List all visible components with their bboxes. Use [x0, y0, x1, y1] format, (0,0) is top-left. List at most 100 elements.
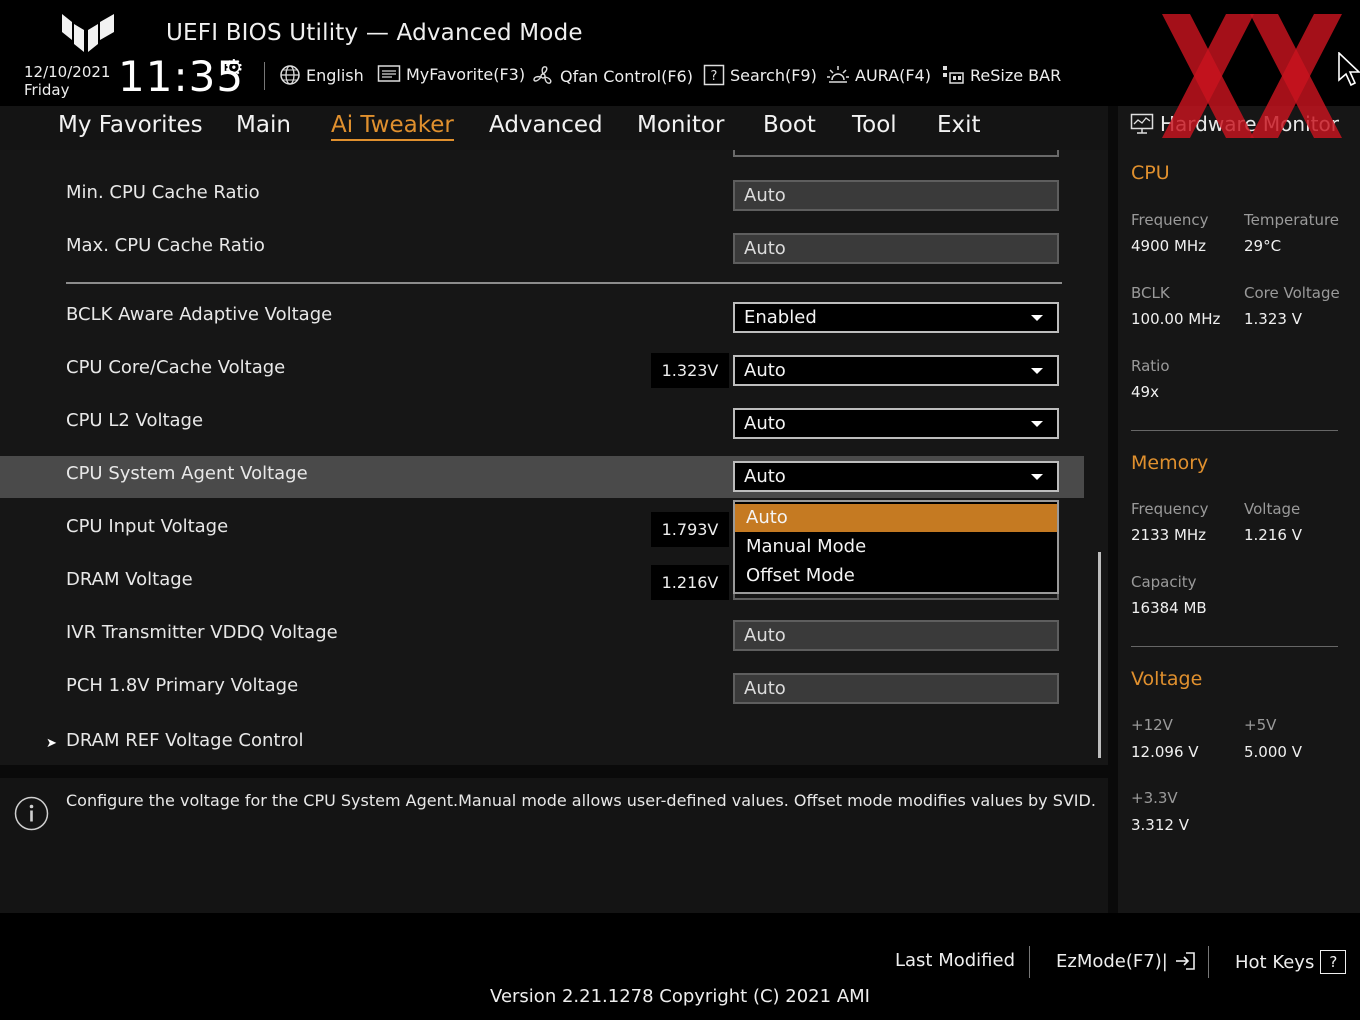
setting-label-cpu-system-agent-voltage: CPU System Agent Voltage: [66, 463, 308, 484]
hw-cpu-core-voltage-label: Core Voltage: [1244, 284, 1340, 302]
search-button[interactable]: ? Search(F9): [703, 64, 817, 86]
tab-exit[interactable]: Exit: [937, 112, 981, 138]
aura-button[interactable]: AURA(F4): [826, 64, 931, 86]
ivr-transmitter-vddq-voltage-input[interactable]: Auto: [733, 620, 1059, 651]
date-display: 12/10/2021 Friday: [24, 63, 110, 99]
dropdown-option-offset-mode[interactable]: Offset Mode: [735, 562, 1057, 590]
tab-boot[interactable]: Boot: [763, 112, 816, 138]
tab-advanced[interactable]: Advanced: [489, 112, 603, 138]
tab-tool[interactable]: Tool: [852, 112, 897, 138]
cpu-l2-voltage-value: Auto: [744, 413, 786, 434]
footer-divider: [1029, 946, 1030, 978]
language-button[interactable]: English: [279, 64, 364, 86]
caret-down-icon: [1031, 421, 1043, 427]
caret-down-icon: [1031, 474, 1043, 480]
dram-voltage-reading: 1.216V: [651, 565, 729, 600]
exit-arrow-icon: [1175, 952, 1195, 970]
mouse-cursor-icon: [1338, 52, 1360, 87]
hw-cpu-heading: CPU: [1131, 162, 1170, 184]
settings-scrollbar[interactable]: [1098, 552, 1101, 758]
submenu-dram-ref-voltage-control[interactable]: DRAM REF Voltage Control: [66, 730, 303, 751]
hw-memory-capacity-value: 16384 MB: [1131, 599, 1207, 617]
last-modified-button[interactable]: Last Modified: [895, 950, 1015, 971]
info-icon: [14, 796, 49, 831]
bclk-aware-adaptive-voltage-select[interactable]: Enabled: [733, 302, 1059, 333]
hw-cpu-temperature-label: Temperature: [1244, 211, 1340, 229]
setting-label-cpu-l2-voltage: CPU L2 Voltage: [66, 410, 204, 431]
hw-3-3v-value: 3.312 V: [1131, 816, 1189, 834]
favorite-list-icon: [377, 65, 401, 82]
cpu-core-cache-voltage-select[interactable]: Auto: [733, 355, 1059, 386]
hw-memory-heading: Memory: [1131, 452, 1209, 474]
search-label: Search(F9): [730, 65, 817, 85]
setting-label-dram-voltage: DRAM Voltage: [66, 569, 193, 590]
tab-monitor[interactable]: Monitor: [637, 112, 724, 138]
myfavorite-button[interactable]: MyFavorite(F3): [377, 64, 525, 84]
setting-label-cpu-core-cache-voltage: CPU Core/Cache Voltage: [66, 357, 286, 378]
resize-bar-icon: [943, 66, 964, 84]
hw-divider: [1131, 646, 1338, 647]
setting-label-max-cpu-cache-ratio: Max. CPU Cache Ratio: [66, 235, 265, 256]
hw-12v-value: 12.096 V: [1131, 743, 1199, 761]
dropdown-option-manual-mode[interactable]: Manual Mode: [735, 533, 1057, 561]
max-cpu-cache-ratio-input[interactable]: Auto: [733, 233, 1059, 264]
hw-cpu-ratio-label: Ratio: [1131, 357, 1170, 375]
hw-cpu-temperature-value: 29°C: [1244, 237, 1282, 255]
submenu-arrow-icon: ➤: [46, 736, 57, 751]
setting-label-pch-1-8v-primary-voltage: PCH 1.8V Primary Voltage: [66, 675, 299, 696]
hw-cpu-bclk-value: 100.00 MHz: [1131, 310, 1221, 328]
last-modified-label: Last Modified: [895, 950, 1016, 971]
hw-memory-voltage-value: 1.216 V: [1244, 526, 1302, 544]
tab-my-favorites[interactable]: My Favorites: [58, 112, 203, 138]
setting-label-cpu-input-voltage: CPU Input Voltage: [66, 516, 229, 537]
version-text: Version 2.21.1278 Copyright (C) 2021 AMI: [490, 986, 870, 1007]
search-help-icon: ?: [703, 64, 725, 86]
clock-settings-gear-icon[interactable]: ⚙: [224, 56, 244, 81]
monitor-icon: [1130, 113, 1154, 134]
cpu-system-agent-voltage-value: Auto: [744, 466, 786, 487]
qfan-control-button[interactable]: Qfan Control(F6): [531, 64, 693, 88]
tab-main[interactable]: Main: [236, 112, 291, 138]
svg-text:?: ?: [711, 69, 718, 84]
cpu-core-cache-voltage-reading: 1.323V: [651, 353, 729, 388]
footer-divider: [1208, 946, 1209, 978]
globe-icon: [280, 65, 300, 85]
resize-bar-label: ReSize BAR: [970, 65, 1062, 85]
hw-voltage-heading: Voltage: [1131, 668, 1203, 690]
cpu-input-voltage-reading: 1.793V: [651, 512, 729, 547]
hw-5v-value: 5.000 V: [1244, 743, 1302, 761]
caret-down-icon: [1031, 368, 1043, 374]
setting-label-bclk-aware-adaptive-voltage: BCLK Aware Adaptive Voltage: [66, 304, 333, 325]
hw-memory-voltage-label: Voltage: [1244, 500, 1301, 518]
hw-cpu-core-voltage-value: 1.323 V: [1244, 310, 1302, 328]
cpu-core-cache-voltage-value: Auto: [744, 360, 786, 381]
dropdown-menu: Auto Manual Mode Offset Mode: [733, 500, 1059, 594]
dropdown-option-auto[interactable]: Auto: [735, 504, 1057, 532]
cpu-l2-voltage-select[interactable]: Auto: [733, 408, 1059, 439]
cpu-system-agent-voltage-select[interactable]: Auto: [733, 461, 1059, 492]
ezmode-label: EzMode(F7)|: [1056, 950, 1168, 972]
pch-1-8v-primary-voltage-input[interactable]: Auto: [733, 673, 1059, 704]
myfavorite-label: MyFavorite(F3): [406, 64, 526, 84]
hw-memory-frequency-label: Frequency: [1131, 500, 1209, 518]
hw-cpu-frequency-value: 4900 MHz: [1131, 237, 1207, 255]
app-title: UEFI BIOS Utility — Advanced Mode: [166, 20, 583, 46]
tab-ai-tweaker[interactable]: Ai Tweaker: [331, 112, 454, 141]
section-divider: [66, 282, 1062, 284]
aura-label: AURA(F4): [855, 65, 931, 85]
hw-12v-label: +12V: [1131, 716, 1173, 734]
hw-cpu-frequency-label: Frequency: [1131, 211, 1209, 229]
hot-keys-button[interactable]: Hot Keys ?: [1235, 950, 1347, 974]
hw-memory-frequency-value: 2133 MHz: [1131, 526, 1207, 544]
hw-3-3v-label: +3.3V: [1131, 789, 1178, 807]
setting-label-ivr-transmitter-vddq-voltage: IVR Transmitter VDDQ Voltage: [66, 622, 338, 643]
setting-label-min-cpu-cache-ratio: Min. CPU Cache Ratio: [66, 182, 260, 203]
ezmode-button[interactable]: EzMode(F7)|: [1056, 950, 1196, 972]
min-cpu-cache-ratio-input[interactable]: Auto: [733, 180, 1059, 211]
resize-bar-button[interactable]: ReSize BAR: [941, 64, 1061, 86]
date-text: 12/10/2021: [24, 63, 111, 81]
hw-divider: [1131, 430, 1338, 431]
help-text: Configure the voltage for the CPU System…: [66, 791, 1096, 810]
bclk-aware-adaptive-voltage-value: Enabled: [744, 307, 817, 328]
xx-watermark-logo: [1162, 14, 1342, 138]
